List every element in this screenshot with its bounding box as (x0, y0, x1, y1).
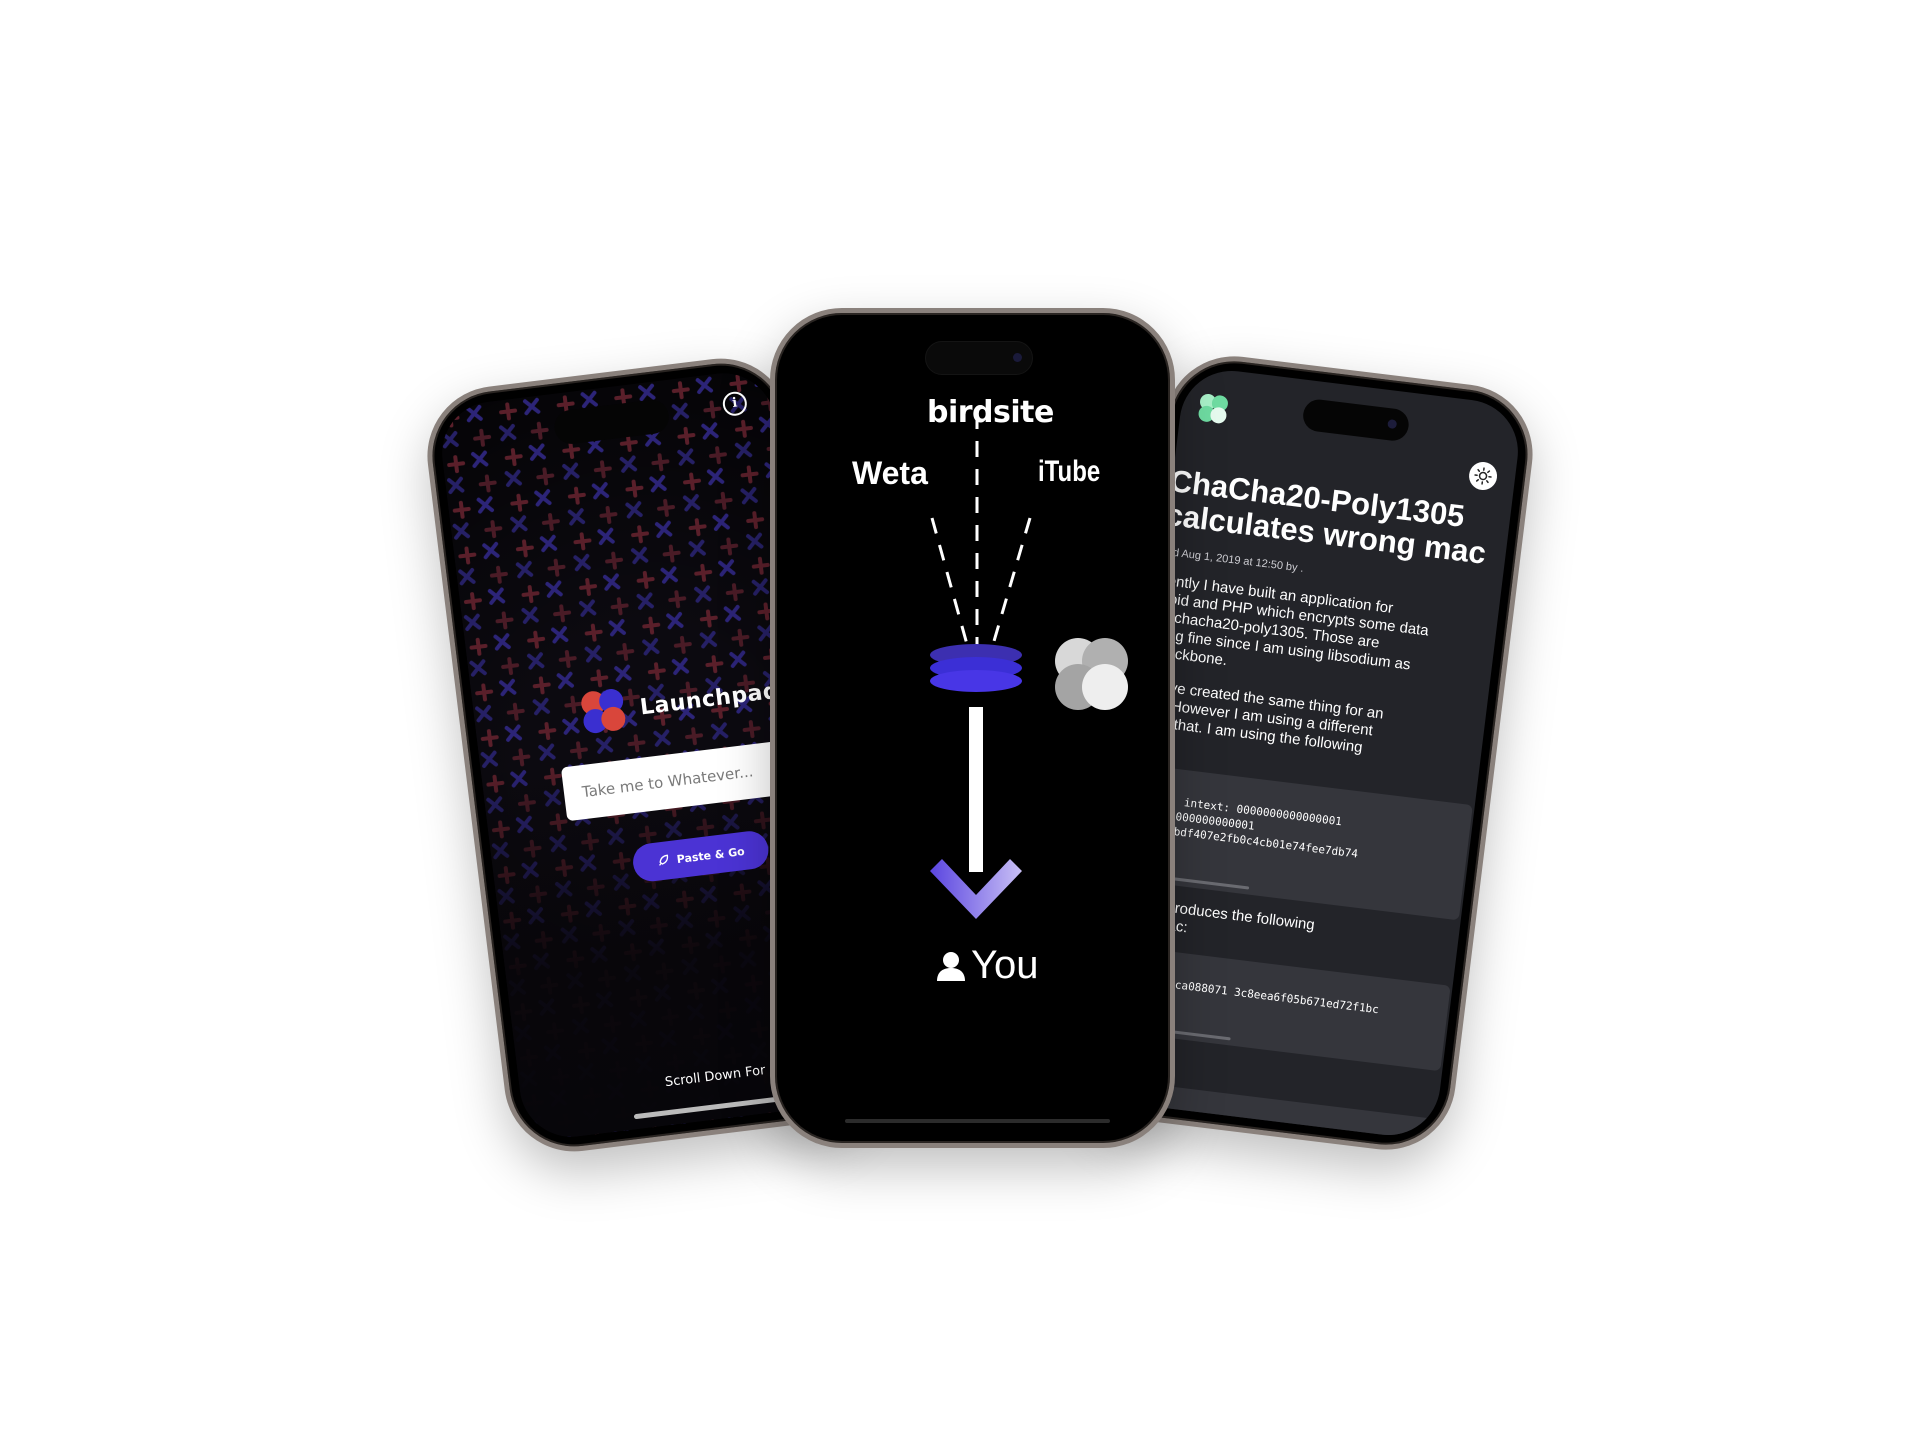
theme-toggle-button[interactable] (1467, 460, 1499, 492)
diagram-phone: birdsite Weta iTube You (770, 308, 1175, 1148)
dashed-line-weta (930, 517, 970, 649)
grey-cluster-logo-icon (1055, 638, 1128, 710)
launchpad-logo-icon (579, 687, 629, 736)
source-itube: iTube (1038, 455, 1101, 488)
code-block-2-text: 2aca088071 3c8eea6f05b671ed72f1bc (1161, 976, 1380, 1017)
home-indicator (845, 1119, 1110, 1123)
flow-diagram (930, 413, 1128, 919)
source-weta: Weta (852, 455, 928, 491)
disc-bottom (930, 670, 1022, 692)
code-block-3-text: aca088071 4d888c3b8fe1a4ab8a28d (1144, 1109, 1351, 1141)
brand-name: Launchpad (638, 678, 781, 720)
search-input[interactable] (578, 757, 784, 803)
mint-logo-icon[interactable] (1197, 393, 1230, 426)
destination-label: You (971, 943, 1039, 987)
diagram-screen: birdsite Weta iTube You (785, 323, 1160, 1133)
source-birdsite: birdsite (927, 395, 1054, 430)
sun-icon (1474, 467, 1492, 485)
rocket-icon (658, 854, 668, 866)
dashed-line-itube (990, 517, 1032, 649)
destination-you: You (935, 943, 1039, 988)
dynamic-island (1301, 397, 1411, 443)
arrow-shaft (969, 707, 983, 872)
user-icon (937, 951, 965, 981)
paste-and-go-label: Paste & Go (675, 844, 746, 866)
